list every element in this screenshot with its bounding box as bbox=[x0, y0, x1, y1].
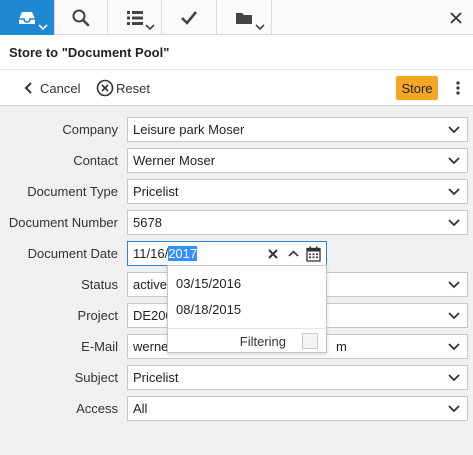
reset-label: Reset bbox=[116, 80, 150, 96]
chevron-down-icon bbox=[441, 273, 467, 296]
chevron-down-icon bbox=[441, 149, 467, 172]
document-number-value: 5678 bbox=[133, 215, 162, 230]
chevron-down-icon bbox=[441, 118, 467, 141]
filtering-checkbox[interactable] bbox=[302, 333, 318, 349]
document-type-select[interactable]: Pricelist bbox=[127, 179, 468, 204]
company-value: Leisure park Moser bbox=[133, 122, 245, 137]
title-bar: Store to "Document Pool" bbox=[0, 35, 473, 70]
document-date-selected-text: 2017 bbox=[168, 246, 198, 261]
date-dropdown: 03/15/2016 08/18/2015 Filtering bbox=[167, 265, 327, 353]
company-select[interactable]: Leisure park Moser bbox=[127, 117, 468, 142]
document-type-value: Pricelist bbox=[133, 184, 179, 199]
document-type-label: Document Type bbox=[27, 184, 118, 199]
page-title: Store to "Document Pool" bbox=[9, 44, 170, 60]
access-label: Access bbox=[76, 401, 118, 416]
reset-button[interactable]: Reset bbox=[96, 70, 150, 106]
close-icon bbox=[268, 248, 278, 259]
document-date-input[interactable]: 11/16/2017 bbox=[127, 241, 327, 266]
chevron-down-icon bbox=[441, 397, 467, 420]
chevron-left-icon bbox=[24, 82, 32, 94]
filter-footer: Filtering bbox=[168, 328, 326, 353]
email-label: E-Mail bbox=[81, 339, 118, 354]
chevron-down-icon bbox=[441, 304, 467, 327]
document-date-prefix: 11/16/ bbox=[133, 246, 169, 261]
status-label: Status bbox=[81, 277, 118, 292]
more-vertical-icon bbox=[456, 81, 460, 95]
subject-select[interactable]: Pricelist bbox=[127, 365, 468, 390]
close-button[interactable] bbox=[438, 0, 473, 35]
inbox-icon bbox=[19, 11, 35, 24]
top-navigation bbox=[0, 0, 473, 35]
search-icon bbox=[72, 9, 90, 26]
access-select[interactable]: All bbox=[127, 396, 468, 421]
tab-search[interactable] bbox=[55, 0, 108, 35]
list-icon bbox=[126, 10, 143, 25]
tab-list[interactable] bbox=[108, 0, 162, 35]
contact-value: Werner Moser bbox=[133, 153, 216, 168]
tab-folder[interactable] bbox=[217, 0, 272, 35]
access-value: All bbox=[133, 401, 148, 416]
email-value-right: m bbox=[336, 339, 347, 354]
chevron-down-icon bbox=[145, 24, 155, 31]
more-options-button[interactable] bbox=[450, 78, 466, 98]
chevron-up-icon bbox=[287, 250, 299, 257]
contact-label: Contact bbox=[73, 153, 118, 168]
clear-date-button[interactable] bbox=[264, 242, 282, 265]
store-button[interactable]: Store bbox=[396, 76, 438, 100]
chevron-down-icon bbox=[441, 366, 467, 389]
document-date-label: Document Date bbox=[27, 246, 118, 261]
chevron-down-icon bbox=[441, 180, 467, 203]
chevron-down-icon bbox=[441, 335, 467, 358]
chevron-down-icon bbox=[255, 24, 265, 31]
collapse-dropdown-button[interactable] bbox=[284, 242, 302, 265]
subject-value: Pricelist bbox=[133, 370, 179, 385]
date-option[interactable]: 08/18/2015 bbox=[168, 296, 326, 324]
chevron-down-icon bbox=[38, 24, 48, 31]
reset-icon bbox=[96, 79, 114, 97]
cancel-button[interactable]: Cancel bbox=[24, 70, 80, 106]
subject-label: Subject bbox=[74, 370, 118, 385]
document-date-value: 11/16/2017 bbox=[133, 246, 264, 261]
company-label: Company bbox=[62, 122, 118, 137]
calendar-button[interactable] bbox=[304, 242, 322, 265]
calendar-icon bbox=[305, 246, 321, 262]
contact-select[interactable]: Werner Moser bbox=[127, 148, 468, 173]
cancel-label: Cancel bbox=[40, 80, 81, 96]
filtering-label: Filtering bbox=[239, 334, 286, 349]
date-option[interactable]: 03/15/2016 bbox=[168, 270, 326, 298]
tab-inbox[interactable] bbox=[0, 0, 55, 35]
document-number-input[interactable]: 5678 bbox=[127, 210, 468, 235]
project-label: Project bbox=[77, 308, 118, 323]
folder-icon bbox=[236, 12, 252, 24]
tab-tasks[interactable] bbox=[162, 0, 217, 35]
chevron-down-icon bbox=[441, 211, 467, 234]
close-icon bbox=[449, 11, 462, 24]
checkmark-icon bbox=[181, 10, 198, 25]
document-number-label: Document Number bbox=[8, 215, 118, 230]
